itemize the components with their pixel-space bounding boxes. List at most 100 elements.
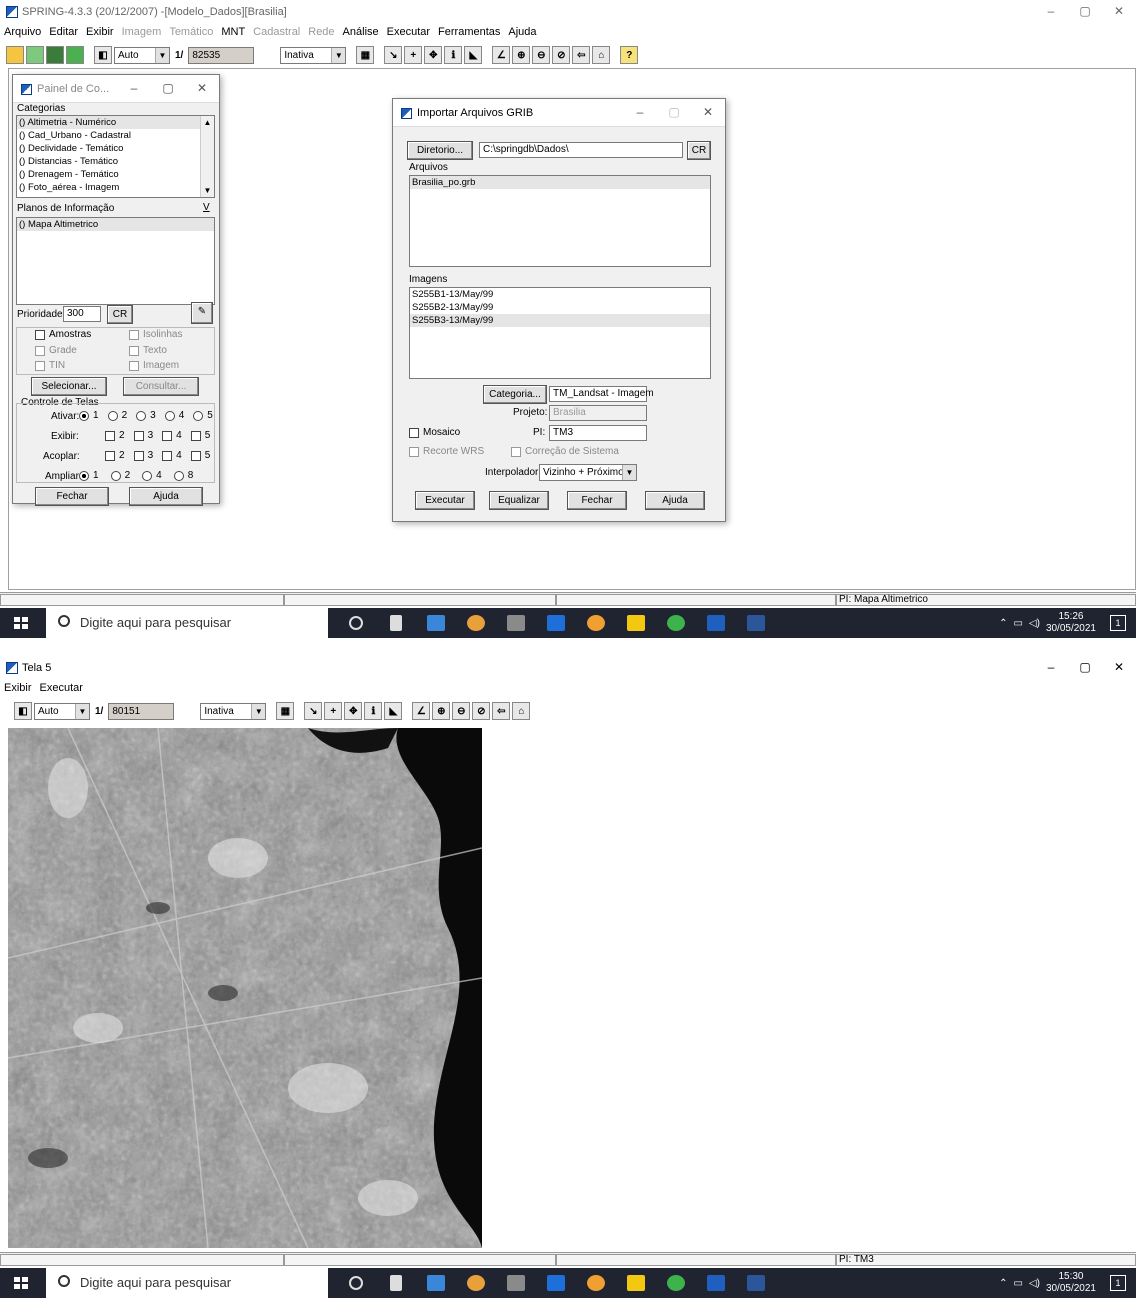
cursor-icon[interactable]: ↘ [384, 46, 403, 64]
display-icon[interactable]: ◧ [94, 46, 112, 64]
eraser-icon[interactable]: ◣ [384, 702, 403, 720]
list-item[interactable]: Brasilia_po.grb [410, 176, 710, 189]
acoplar-checkbox-3[interactable]: 3 [133, 450, 153, 461]
ajuda-button[interactable]: Ajuda [645, 491, 705, 510]
list-item[interactable]: S255B2-13/May/99 [410, 301, 710, 314]
panel-minimize-button[interactable]: – [117, 75, 151, 101]
maximize-button[interactable]: ▢ [1068, 0, 1102, 22]
zoom-in-icon[interactable]: ⊕ [512, 46, 531, 64]
spring-task-icon[interactable] [496, 608, 536, 638]
menu-executar[interactable]: Executar [383, 24, 434, 40]
zoom-out-icon[interactable]: ⊖ [452, 702, 471, 720]
scale-field[interactable]: 82535 [188, 46, 255, 64]
consultar-button[interactable]: Consultar... [123, 377, 199, 396]
file-explorer-icon[interactable] [416, 608, 456, 638]
panel-fechar-button[interactable]: Fechar [35, 487, 109, 506]
imagem-checkbox[interactable]: Imagem [129, 360, 179, 371]
notepad-icon[interactable] [536, 608, 576, 638]
tray-chevron-icon[interactable]: ⌃ [999, 618, 1007, 629]
planos-list[interactable]: () Mapa Altimetrico [16, 217, 215, 305]
back-icon[interactable]: ⇦ [572, 46, 591, 64]
crosshair-icon[interactable]: + [404, 46, 423, 64]
ativar-radio-3[interactable]: 3 [136, 410, 156, 421]
categoria-field[interactable]: TM_Landsat - Imagem [549, 386, 654, 402]
diretorio-button[interactable]: Diretorio... [407, 141, 473, 160]
project-icon[interactable] [26, 46, 44, 64]
help-icon[interactable]: ? [620, 46, 639, 64]
fechar-button[interactable]: Fechar [567, 491, 627, 510]
tin-checkbox[interactable]: TIN [35, 360, 65, 371]
cursor-icon[interactable]: ↘ [304, 702, 323, 720]
list-item[interactable]: () Foto_aérea - Imagem [17, 181, 214, 194]
tela5-menu-executar[interactable]: Executar [36, 680, 87, 696]
back-icon[interactable]: ⇦ [492, 702, 511, 720]
zoom-mode-select[interactable]: Auto ▼ [114, 46, 170, 64]
menu-editar[interactable]: Editar [45, 24, 82, 40]
prioridade-cr-button[interactable]: CR [107, 305, 133, 324]
list-item[interactable]: S255B3-13/May/99 [410, 314, 710, 327]
clock[interactable]: 15:26 30/05/2021 [1046, 611, 1096, 635]
grid-icon[interactable]: ▦ [356, 46, 375, 64]
task-view-icon[interactable] [336, 608, 376, 638]
exibir-checkbox-4[interactable]: 4 [162, 430, 182, 441]
network-icon[interactable]: ▭ [1013, 618, 1022, 629]
spring-active-icon[interactable] [696, 608, 736, 638]
pan-icon[interactable]: ✥ [344, 702, 363, 720]
list-item[interactable]: S255B1-13/May/99 [410, 288, 710, 301]
exibir-checkbox-5[interactable]: 5 [190, 430, 210, 441]
panel-close-button[interactable]: ✕ [185, 75, 219, 101]
list-item[interactable]: () Distancias - Temático [17, 155, 214, 168]
pencil-edit-icon[interactable]: ✎ [191, 302, 213, 324]
status-select[interactable]: Inativa ▼ [200, 702, 267, 720]
ativar-radio-1[interactable]: 1 [79, 410, 99, 421]
list-item[interactable]: () Drenagem - Temático [17, 168, 214, 181]
qgis-icon[interactable] [656, 1268, 696, 1298]
notification-icon[interactable]: 1 [1110, 615, 1126, 631]
scroll-down-icon[interactable]: ▼ [201, 184, 214, 197]
qgis-icon[interactable] [656, 608, 696, 638]
menu-analise[interactable]: Análise [339, 24, 383, 40]
word-icon[interactable] [736, 608, 776, 638]
acoplar-checkbox-5[interactable]: 5 [190, 450, 210, 461]
menu-exibir[interactable]: Exibir [82, 24, 118, 40]
executar-button[interactable]: Executar [415, 491, 475, 510]
taskbar-search-input[interactable]: Digite aqui para pesquisar [46, 1268, 328, 1298]
panel-ajuda-button[interactable]: Ajuda [129, 487, 203, 506]
tray-chevron-icon[interactable]: ⌃ [999, 1278, 1007, 1289]
spring-active-icon[interactable] [696, 1268, 736, 1298]
home-icon[interactable]: ⌂ [592, 46, 611, 64]
spring-task-icon[interactable] [496, 1268, 536, 1298]
isolinhas-checkbox[interactable]: Isolinhas [129, 329, 182, 340]
list-item[interactable]: () Mapa Altimetrico [17, 218, 214, 231]
panel-maximize-button[interactable]: ▢ [151, 75, 185, 101]
file-explorer-icon[interactable] [416, 1268, 456, 1298]
volume-icon[interactable]: ◁) [1029, 618, 1040, 629]
amostras-checkbox[interactable]: Amostras [35, 329, 91, 340]
planos-toggle-button[interactable]: V [203, 202, 210, 213]
zoom-in-icon[interactable]: ⊕ [432, 702, 451, 720]
layers-icon[interactable] [46, 46, 64, 64]
acoplar-checkbox-2[interactable]: 2 [105, 450, 125, 461]
chrome-icon[interactable] [456, 1268, 496, 1298]
taskbar-search-input[interactable]: Digite aqui para pesquisar [46, 608, 328, 638]
status-select[interactable]: Inativa ▼ [280, 46, 347, 64]
multitask-icon[interactable] [376, 1268, 416, 1298]
correcao-sistema-checkbox[interactable]: Correção de Sistema [511, 446, 619, 457]
word-icon[interactable] [736, 1268, 776, 1298]
pan-icon[interactable]: ✥ [424, 46, 443, 64]
volume-icon[interactable]: ◁) [1029, 1278, 1040, 1289]
categoria-button[interactable]: Categoria... [483, 385, 547, 404]
database-icon[interactable] [6, 46, 24, 64]
scale-field[interactable]: 80151 [108, 702, 175, 720]
close-button[interactable]: ✕ [1102, 0, 1136, 22]
recorte-wrs-checkbox[interactable]: Recorte WRS [409, 446, 484, 457]
menu-arquivo[interactable]: Arquivo [0, 24, 45, 40]
chrome-icon[interactable] [456, 608, 496, 638]
menu-imagem[interactable]: Imagem [118, 24, 166, 40]
tela5-close-button[interactable]: ✕ [1102, 656, 1136, 678]
minimize-button[interactable]: – [1034, 0, 1068, 22]
ampliar-radio-1[interactable]: 1 [79, 470, 99, 481]
multitask-icon[interactable] [376, 608, 416, 638]
satellite-image-tm3[interactable] [8, 728, 482, 1248]
ampliar-radio-2[interactable]: 2 [110, 470, 130, 481]
